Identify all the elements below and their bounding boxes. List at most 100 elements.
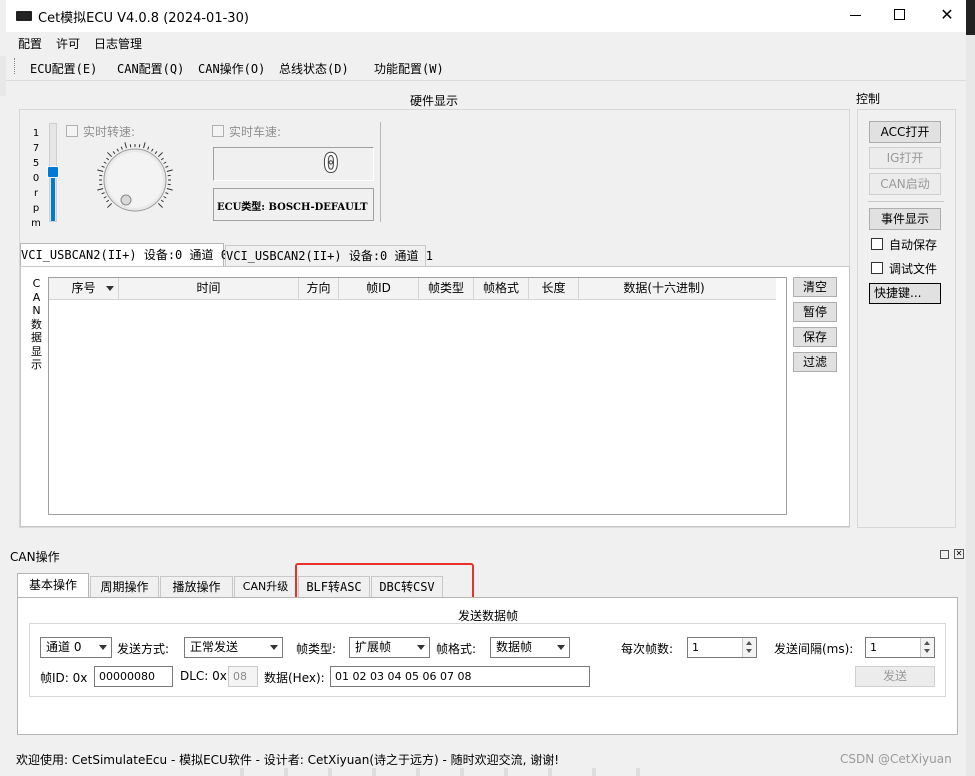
knob-tick: [106, 157, 110, 161]
acc-open-button[interactable]: ACC打开: [869, 121, 941, 143]
maximize-icon[interactable]: [886, 0, 916, 30]
toolbar-bus-status[interactable]: 总线状态(D): [279, 60, 349, 77]
can-vertical-label: C A N 数 据 显 示: [30, 277, 43, 372]
tab-can-upgrade[interactable]: CAN升级: [234, 576, 297, 597]
frames-per-label: 每次帧数:: [621, 642, 674, 656]
column-header-index[interactable]: 序号: [49, 278, 119, 299]
column-header-frame-id[interactable]: 帧ID: [339, 278, 419, 299]
interval-label: 发送间隔(ms):: [774, 642, 854, 656]
can-start-button[interactable]: CAN启动: [869, 173, 941, 195]
knob-tick: [103, 196, 107, 199]
knob-tick: [107, 202, 113, 208]
spin-down-icon[interactable]: [920, 647, 934, 657]
csdn-watermark: CSDN @CetXiyuan: [840, 752, 952, 766]
tab-channel-0[interactable]: VCI_USBCAN2(II+) 设备:0 通道 0: [20, 243, 228, 267]
frame-format-select[interactable]: 数据帧: [490, 637, 570, 658]
minimize-icon[interactable]: [842, 0, 872, 30]
toolbar-can-ops[interactable]: CAN操作(O): [198, 60, 265, 77]
close-icon[interactable]: ✕: [932, 0, 962, 30]
can-data-table[interactable]: 序号 时间 方向 帧ID 帧类型 帧格式 长度 数据(十六进制): [48, 277, 787, 515]
column-header-time[interactable]: 时间: [119, 278, 299, 299]
toolbar: ECU配置(E) CAN配置(Q) CAN操作(O) 总线状态(D) 功能配置(…: [6, 55, 966, 77]
toolbar-grip: [14, 58, 17, 74]
channel-select[interactable]: 通道 0: [40, 637, 112, 658]
column-header-frame-type[interactable]: 帧类型: [419, 278, 474, 299]
interval-spinbox[interactable]: 1: [865, 637, 935, 658]
hardware-separator: [380, 122, 381, 222]
ecu-type-box: ECU类型: BOSCH-DEFAULT: [213, 188, 374, 221]
rpm-slider-handle[interactable]: [47, 166, 59, 178]
knob-tick: [116, 148, 119, 152]
chevron-down-icon: [99, 645, 107, 650]
clear-button[interactable]: 清空: [793, 277, 837, 297]
menu-log-management[interactable]: 日志管理: [94, 35, 142, 52]
column-header-frame-format[interactable]: 帧格式: [474, 278, 529, 299]
data-input[interactable]: 01 02 03 04 05 06 07 08: [330, 666, 590, 687]
send-mode-select[interactable]: 正常发送: [184, 637, 283, 658]
frame-type-value: 扩展帧: [355, 640, 392, 654]
rpm-char: 1: [32, 128, 40, 139]
ecu-type-label: ECU类型: BOSCH-DEFAULT: [217, 202, 368, 213]
rpm-char: p: [32, 203, 40, 214]
menu-config[interactable]: 配置: [18, 35, 42, 52]
rpm-checkbox[interactable]: [66, 125, 78, 137]
rpm-slider[interactable]: [47, 123, 59, 222]
knob-tick: [163, 196, 167, 199]
filter-button[interactable]: 过滤: [793, 352, 837, 372]
tab-periodic-ops[interactable]: 周期操作: [90, 576, 159, 597]
can-label-char: A: [32, 290, 41, 304]
knob-tick: [120, 146, 123, 150]
sort-down-icon: [106, 286, 114, 291]
knob-tick: [163, 161, 167, 164]
dock-float-icon[interactable]: [940, 550, 949, 559]
frames-per-value: 1: [692, 641, 699, 654]
shortcut-button[interactable]: 快捷键...: [869, 283, 941, 304]
tab-basic-ops[interactable]: 基本操作: [17, 573, 89, 598]
rpm-char: 0: [32, 173, 40, 184]
debug-file-label: 调试文件: [889, 262, 938, 276]
column-header-length[interactable]: 长度: [529, 278, 579, 299]
debug-file-checkbox[interactable]: [871, 262, 883, 274]
tab-playback-ops[interactable]: 播放操作: [160, 576, 233, 597]
save-button[interactable]: 保存: [793, 327, 837, 347]
frame-id-label: 帧ID: 0x: [40, 671, 88, 685]
frame-format-label: 帧格式:: [436, 642, 477, 656]
can-label-char: 数: [31, 317, 42, 331]
send-button[interactable]: 发送: [855, 666, 935, 687]
event-display-button[interactable]: 事件显示: [869, 208, 941, 230]
dock-close-icon[interactable]: ✕: [954, 549, 964, 559]
status-text: 欢迎使用: CetSimulateEcu - 模拟ECU软件 - 设计者: Ce…: [16, 753, 560, 767]
knob-tick: [124, 142, 127, 149]
knob-tick: [112, 151, 116, 155]
underlying-window-strip: [200, 768, 640, 776]
frame-type-label: 帧类型:: [296, 642, 337, 656]
spin-down-icon[interactable]: [742, 647, 756, 657]
column-header-direction[interactable]: 方向: [299, 278, 339, 299]
frame-id-input[interactable]: 00000080: [94, 666, 173, 687]
chevron-down-icon: [557, 645, 565, 650]
toolbar-can-config[interactable]: CAN配置(Q): [117, 60, 184, 77]
knob-tick: [166, 188, 173, 191]
pause-button[interactable]: 暂停: [793, 302, 837, 322]
dlc-input[interactable]: 08: [228, 666, 258, 687]
rpm-knob[interactable]: [96, 142, 182, 222]
knob-tick: [151, 148, 154, 152]
auto-save-checkbox[interactable]: [871, 238, 883, 250]
column-header-data-hex[interactable]: 数据(十六进制): [579, 278, 749, 299]
tab-channel-1[interactable]: VCI_USBCAN2(II+) 设备:0 通道 1: [225, 245, 433, 266]
rpm-vertical-label: 1 7 5 0 r p m: [30, 126, 42, 231]
knob-tick: [107, 152, 113, 158]
toolbar-ecu-config[interactable]: ECU配置(E): [30, 60, 97, 77]
knob-tick: [154, 151, 158, 155]
speed-checkbox[interactable]: [212, 125, 224, 137]
desktop-background-dark: [966, 0, 975, 35]
data-label: 数据(Hex):: [264, 671, 325, 685]
can-label-char: 示: [31, 358, 42, 371]
frames-per-spinbox[interactable]: 1: [687, 637, 757, 658]
knob-tick: [101, 192, 105, 195]
frame-type-select[interactable]: 扩展帧: [349, 637, 430, 658]
knob-tick: [160, 157, 164, 161]
ig-open-button[interactable]: IG打开: [869, 147, 941, 169]
menu-license[interactable]: 许可: [56, 35, 80, 52]
toolbar-function-config[interactable]: 功能配置(W): [374, 60, 444, 77]
